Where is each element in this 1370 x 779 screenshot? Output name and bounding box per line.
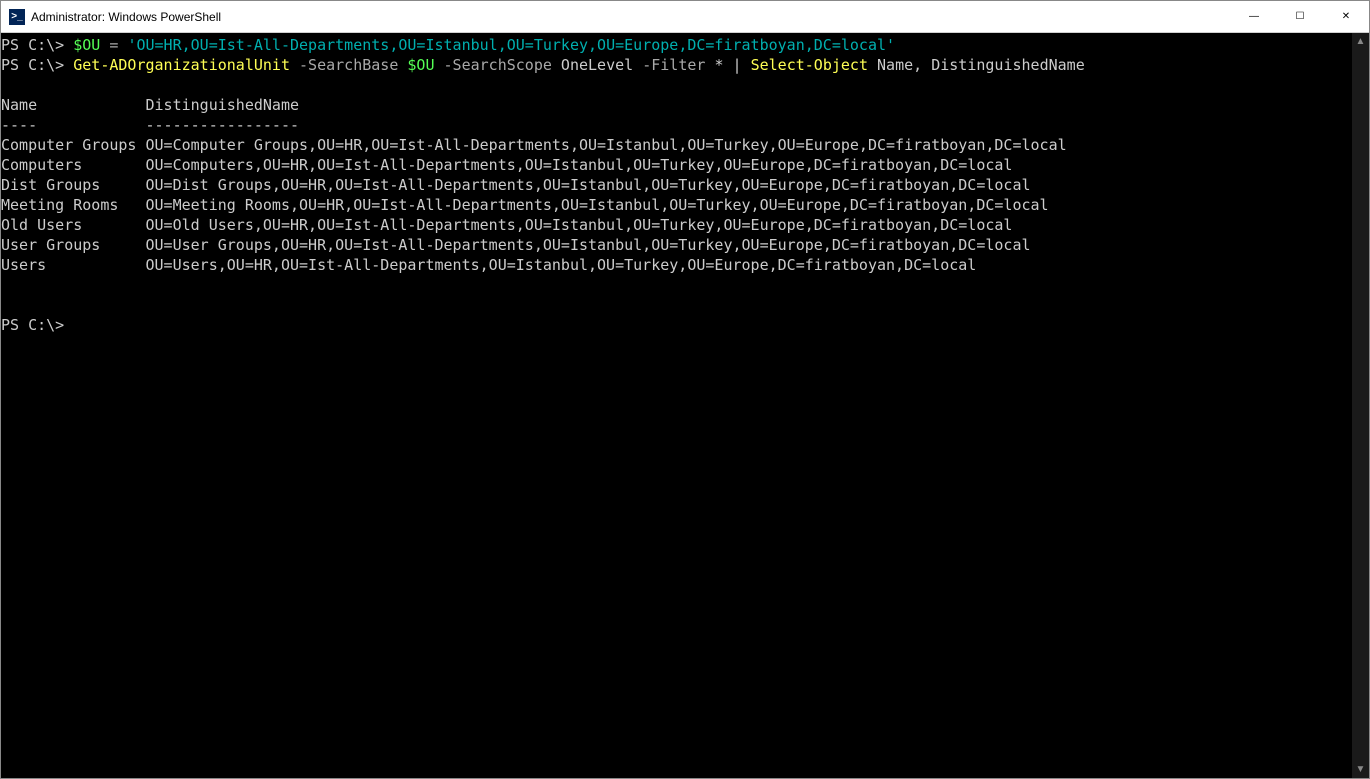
window-title: Administrator: Windows PowerShell [31, 1, 1231, 33]
window-controls: — ☐ ✕ [1231, 1, 1369, 32]
title-bar[interactable]: >_ Administrator: Windows PowerShell — ☐… [1, 1, 1369, 33]
maximize-icon: ☐ [1296, 11, 1305, 22]
scroll-down-icon[interactable]: ▼ [1352, 761, 1369, 778]
close-button[interactable]: ✕ [1323, 1, 1369, 32]
scrollbar[interactable]: ▲ ▼ [1352, 33, 1369, 778]
powershell-window: >_ Administrator: Windows PowerShell — ☐… [0, 0, 1370, 779]
terminal-output[interactable]: PS C:\> $OU = 'OU=HR,OU=Ist-All-Departme… [1, 33, 1352, 778]
terminal-area: PS C:\> $OU = 'OU=HR,OU=Ist-All-Departme… [1, 33, 1369, 778]
minimize-button[interactable]: — [1231, 1, 1277, 32]
maximize-button[interactable]: ☐ [1277, 1, 1323, 32]
minimize-icon: — [1249, 11, 1259, 22]
app-icon: >_ [9, 9, 25, 25]
scroll-up-icon[interactable]: ▲ [1352, 33, 1369, 50]
close-icon: ✕ [1342, 11, 1350, 22]
app-icon-label: >_ [11, 11, 22, 22]
